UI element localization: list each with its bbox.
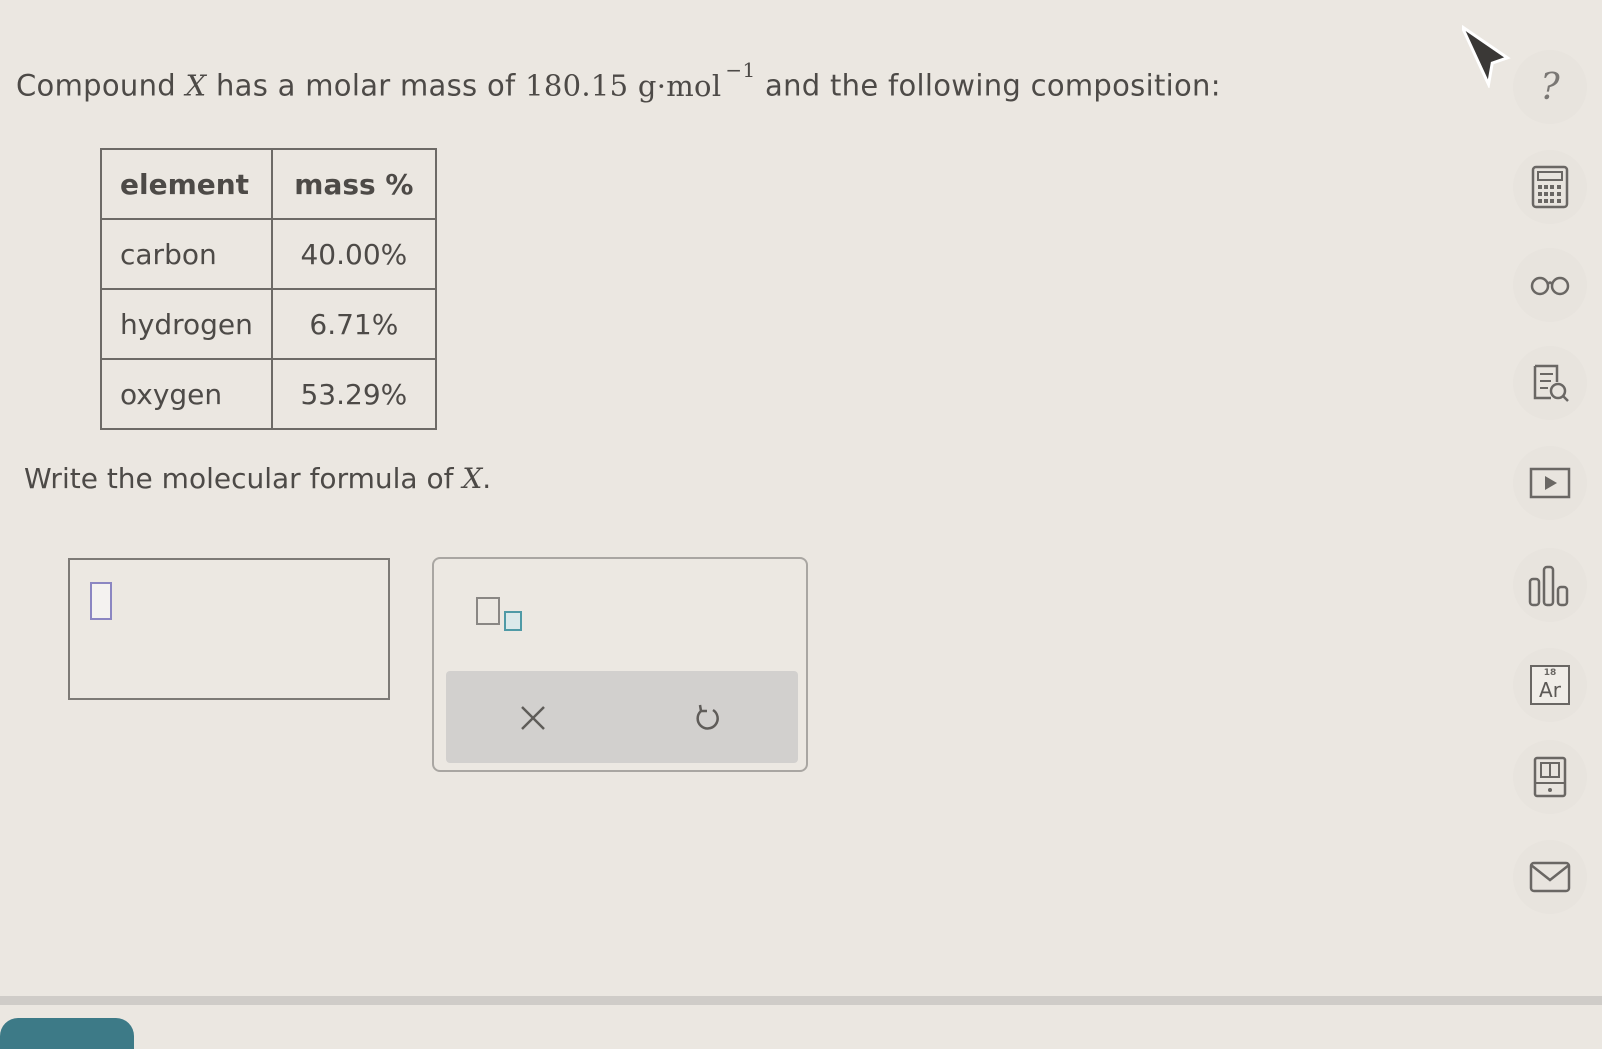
compound-symbol: X [462,462,483,495]
table-row: oxygen 53.29% [100,358,437,430]
data-chart-icon [1528,565,1569,607]
bottom-action-tab[interactable] [0,1018,134,1049]
mass-percent: 53.29% [270,358,437,430]
input-cursor-slot[interactable] [90,582,112,620]
instruction-text-part: Write the molecular formula of [24,462,454,495]
close-icon [521,706,545,730]
answer-input[interactable] [68,558,390,700]
molar-mass-unit: g·mol [637,68,722,103]
textbook-button[interactable] [1513,740,1587,814]
question-text-part: and the following composition: [765,68,1221,103]
data-button[interactable] [1513,548,1587,622]
keypad-action-row [446,671,798,763]
table-header-mass: mass % [270,148,437,220]
question-text-part: has a molar mass of [215,68,516,103]
bottom-divider [0,996,1602,1005]
tools-sidebar: ? 18 Ar [1505,0,1602,1049]
message-button[interactable] [1513,840,1587,914]
mass-percent: 6.71% [270,288,437,360]
compound-symbol: X [185,68,207,103]
clear-button[interactable] [506,691,560,745]
help-button[interactable]: ? [1513,50,1587,124]
subscript-base-box-icon [476,597,500,625]
unit-exponent: −1 [725,58,756,82]
element-name: oxygen [100,358,273,430]
message-icon [1529,861,1571,893]
instruction-period: . [482,462,492,495]
element-name: carbon [100,218,273,290]
textbook-icon [1533,756,1567,798]
video-button[interactable] [1513,446,1587,520]
table-row: hydrogen 6.71% [100,288,437,360]
calculator-icon [1531,165,1569,209]
mass-percent: 40.00% [270,218,437,290]
undo-button[interactable] [680,691,734,745]
table-header-element: element [100,148,273,220]
undo-icon [696,704,719,730]
reference-glasses-icon [1530,276,1570,296]
question-text: Compound X has a molar mass of 180.15 g·… [16,58,1221,103]
table-row: carbon 40.00% [100,218,437,290]
calculator-button[interactable] [1513,150,1587,224]
table-header-row: element mass % [100,148,437,220]
notes-button[interactable] [1513,346,1587,420]
periodic-table-icon: 18 Ar [1530,665,1570,705]
element-name: hydrogen [100,288,273,360]
instruction-text: Write the molecular formula of X. [24,462,491,495]
periodic-symbol: Ar [1539,678,1561,702]
reference-button[interactable] [1513,248,1587,322]
subscript-template-button[interactable] [472,595,532,639]
periodic-table-button[interactable]: 18 Ar [1513,648,1587,722]
periodic-number: 18 [1543,668,1557,678]
video-icon [1529,467,1571,499]
notes-icon [1533,364,1569,402]
formula-keypad [432,557,808,772]
question-text-part: Compound [16,68,176,103]
composition-table: element mass % carbon 40.00% hydrogen 6.… [100,148,437,430]
help-icon: ? [1540,66,1560,108]
molar-mass-value: 180.15 [525,68,629,103]
subscript-small-box-icon [504,611,522,631]
